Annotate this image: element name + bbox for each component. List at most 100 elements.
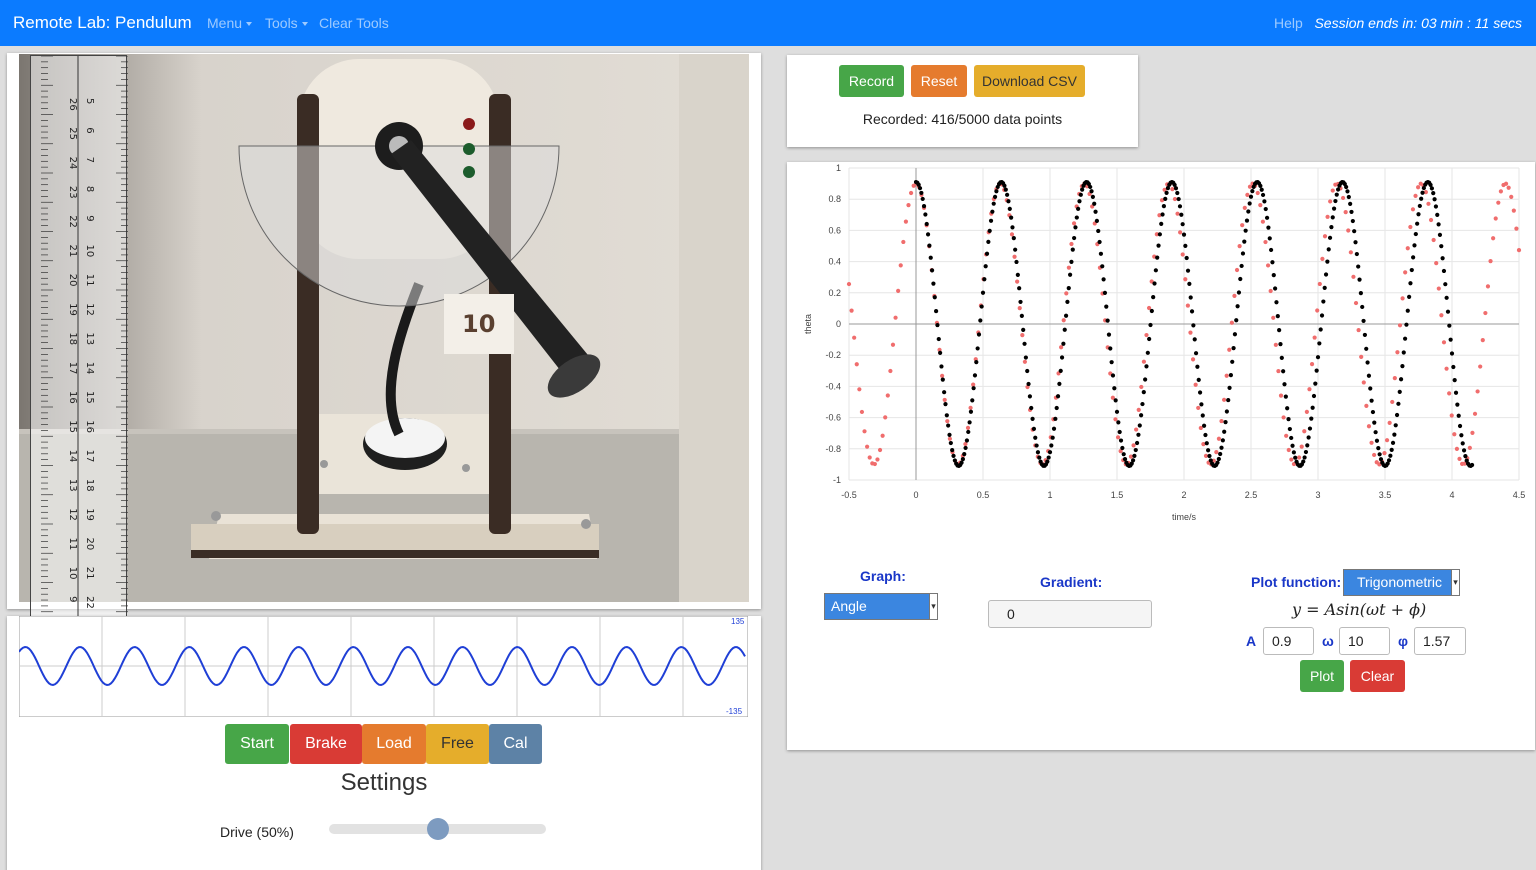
data-point: [1392, 375, 1397, 381]
data-point: [1235, 304, 1240, 309]
phi-field[interactable]: 1.57: [1414, 627, 1466, 655]
data-point: [1439, 244, 1444, 249]
drive-slider[interactable]: [329, 818, 546, 840]
data-point: [1240, 251, 1246, 256]
data-point: [1281, 415, 1286, 420]
data-point: [1289, 457, 1294, 462]
data-point: [1090, 194, 1095, 199]
data-point: [1019, 313, 1024, 318]
data-point: [1258, 183, 1263, 188]
data-point: [1163, 196, 1168, 201]
data-point: [1143, 377, 1148, 382]
data-point: [1354, 251, 1359, 257]
data-point: [942, 397, 947, 403]
data-point: [1055, 394, 1061, 399]
clear-tools-link[interactable]: Clear Tools: [319, 15, 389, 31]
ruler-number-left: 18: [67, 332, 78, 345]
data-point: [908, 190, 914, 196]
help-link[interactable]: Help: [1274, 15, 1303, 31]
ruler-number-left: 14: [67, 450, 78, 463]
data-point: [1215, 460, 1220, 465]
start-button[interactable]: Start: [225, 724, 289, 764]
data-point: [1281, 369, 1286, 374]
data-point: [1309, 416, 1314, 421]
data-point: [1250, 189, 1255, 194]
data-point: [1195, 364, 1200, 369]
omega-field[interactable]: 10: [1339, 627, 1390, 655]
data-point: [1436, 286, 1441, 291]
data-point: [1190, 357, 1196, 362]
data-point: [1327, 235, 1333, 240]
data-point: [968, 409, 974, 414]
data-point: [1135, 440, 1140, 446]
data-point: [903, 219, 909, 224]
data-point: [1092, 201, 1097, 206]
chevron-down-icon: [301, 22, 308, 27]
brand-title[interactable]: Remote Lab: Pendulum: [13, 13, 192, 33]
data-point: [1455, 402, 1460, 407]
data-point: [1374, 438, 1380, 443]
x-tick-label: 2: [1181, 490, 1186, 500]
data-point: [1002, 183, 1007, 188]
data-point: [1463, 454, 1468, 459]
data-point: [1141, 359, 1147, 364]
data-point: [1131, 443, 1136, 448]
data-point: [1317, 341, 1322, 346]
plot-button[interactable]: Plot: [1300, 660, 1344, 692]
data-point: [1185, 303, 1190, 308]
ruler-number-left: 12: [67, 508, 78, 521]
theta-time-chart[interactable]: -0.5 0 0.5 1 1.5 2 2.5 3 3.5 4 4.5 -1 -0.8 -0.6 -0.4 -0…: [787, 162, 1535, 532]
plot-function-value: Trigonometric: [1356, 574, 1443, 590]
data-point: [1506, 185, 1511, 190]
data-point: [1248, 194, 1254, 199]
data-point: [1189, 309, 1195, 314]
download-csv-button[interactable]: Download CSV: [974, 65, 1085, 97]
data-point: [1322, 234, 1328, 239]
ruler-number-left: 26: [67, 98, 78, 111]
x-axis-title: time/s: [1172, 512, 1197, 522]
ruler-number-right: 13: [84, 332, 95, 345]
data-point: [1017, 286, 1022, 291]
data-point: [1062, 327, 1067, 332]
ruler-number-right: 12: [84, 303, 95, 316]
data-point: [1325, 259, 1330, 264]
data-point: [1305, 443, 1310, 448]
data-point: [1236, 290, 1242, 295]
data-point: [1404, 322, 1409, 327]
free-button[interactable]: Free: [426, 724, 489, 764]
record-button[interactable]: Record: [839, 65, 904, 97]
gradient-field[interactable]: 0: [988, 600, 1152, 628]
cal-button[interactable]: Cal: [489, 724, 542, 764]
load-button[interactable]: Load: [362, 724, 426, 764]
data-point: [1047, 450, 1053, 455]
settings-heading: Settings: [340, 769, 428, 796]
brake-button[interactable]: Brake: [290, 724, 362, 764]
data-point: [1149, 308, 1154, 314]
data-point: [924, 221, 929, 227]
data-point: [1220, 438, 1225, 443]
plot-function-select[interactable]: Trigonometric ▾: [1343, 569, 1460, 596]
tools-dropdown[interactable]: Tools: [265, 15, 308, 31]
data-point: [1222, 429, 1227, 434]
clear-button[interactable]: Clear: [1350, 660, 1405, 692]
angle-oscilloscope: [19, 616, 748, 717]
drive-slider-thumb[interactable]: [426, 818, 449, 840]
graph-select[interactable]: Angle ▾: [824, 593, 938, 620]
data-point: [1467, 445, 1472, 450]
ruler-number-right: 8: [84, 186, 95, 192]
data-point: [1020, 333, 1025, 338]
data-point: [1331, 206, 1337, 211]
reset-button[interactable]: Reset: [911, 65, 967, 97]
menu-dropdown[interactable]: Menu: [207, 15, 253, 31]
data-point: [943, 402, 948, 407]
data-point: [1080, 187, 1085, 192]
data-point: [1400, 363, 1405, 369]
data-point: [1010, 225, 1015, 230]
data-point: [1242, 205, 1247, 210]
data-point: [1057, 381, 1062, 386]
amplitude-field[interactable]: 0.9: [1263, 627, 1314, 655]
data-point: [1378, 457, 1384, 462]
data-point: [1287, 426, 1292, 432]
data-point: [1059, 345, 1064, 350]
data-point: [1439, 313, 1444, 318]
